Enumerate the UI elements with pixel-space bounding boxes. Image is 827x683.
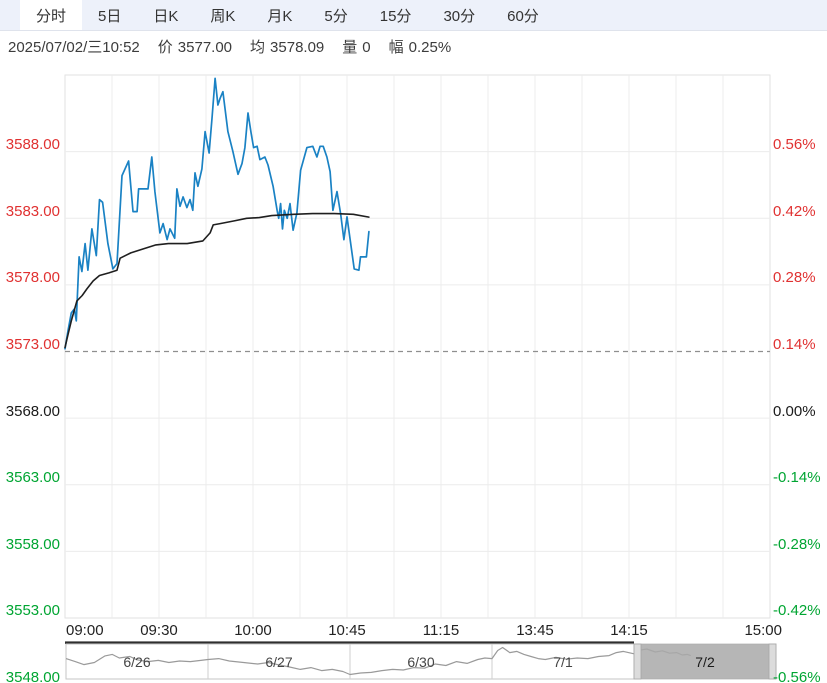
last-price: 价 3577.00	[153, 36, 232, 57]
y-axis-price-label: 3588.00	[5, 136, 60, 153]
volume: 量0	[337, 36, 370, 57]
y-axis-price-label: 3568.00	[5, 402, 60, 420]
period-tabbar: 分时 5日 日K 周K 月K 5分 15分 30分 60分	[0, 0, 827, 31]
volume-label: 量	[342, 38, 358, 56]
avg-value: 3578.09	[270, 38, 325, 56]
price-label: 价	[157, 38, 173, 56]
tab-5min[interactable]: 5分	[308, 0, 363, 30]
avg-label: 均	[250, 38, 266, 56]
change-percent: 幅 0.25%	[384, 36, 452, 57]
tab-monthly-k[interactable]: 月K	[251, 0, 308, 30]
y-axis-percent-label: -0.14%	[773, 469, 821, 487]
y-axis-percent-label: -0.28%	[773, 535, 821, 553]
x-axis-time-label: 09:00	[66, 622, 104, 639]
y-axis-percent-label: 0.00%	[773, 402, 816, 420]
y-axis-price-label: 3563.00	[5, 469, 60, 487]
y-axis-price-label: 3558.00	[5, 535, 60, 553]
tab-60min[interactable]: 60分	[491, 0, 555, 30]
nav-date-label[interactable]: 7/2	[665, 654, 745, 670]
change-value: 0.25%	[408, 38, 452, 56]
y-axis-percent-label: 0.56%	[773, 136, 816, 153]
tab-5day[interactable]: 5日	[82, 0, 137, 30]
price-chart-svg[interactable]	[0, 60, 827, 683]
tab-15min[interactable]: 15分	[364, 0, 428, 30]
x-axis-time-label: 15:00	[744, 622, 782, 639]
x-axis-time-label: 11:15	[422, 622, 460, 639]
quote-datetime: 2025/07/02/三10:52	[8, 38, 140, 56]
tab-weekly-k[interactable]: 周K	[194, 0, 251, 30]
y-axis-percent-label: 0.14%	[773, 335, 816, 353]
y-axis-percent-label: 0.28%	[773, 269, 816, 287]
nav-date-label[interactable]: 6/30	[381, 654, 461, 670]
x-axis-time-label: 14:15	[610, 622, 648, 639]
y-axis-percent-label: 0.42%	[773, 202, 816, 220]
y-axis-price-label: 3573.00	[5, 335, 60, 353]
nav-date-label[interactable]: 7/1	[523, 654, 603, 670]
y-axis-price-label: 3578.00	[5, 269, 60, 287]
y-axis-price-label: 3583.00	[5, 202, 60, 220]
x-axis-time-label: 10:00	[234, 622, 272, 639]
tab-daily-k[interactable]: 日K	[137, 0, 194, 30]
chart-stage: 3588.00 0.56% 3583.00 0.42% 3578.00 0.28% 3573…	[0, 60, 827, 683]
y-axis-percent-label: -0.42%	[773, 602, 821, 620]
plot-border	[64, 74, 771, 619]
x-axis-time-label: 10:45	[328, 622, 366, 639]
change-label: 幅	[388, 38, 404, 56]
nav-selection-handle-left[interactable]	[633, 643, 642, 680]
price-value: 3577.00	[177, 38, 233, 56]
tab-30min[interactable]: 30分	[427, 0, 491, 30]
nav-date-label[interactable]: 6/27	[239, 654, 319, 670]
x-axis-time-label: 13:45	[516, 622, 554, 639]
average-line	[64, 212, 370, 349]
x-axis-time-label: 09:30	[140, 622, 178, 639]
intraday-chart-app: 分时 5日 日K 周K 月K 5分 15分 30分 60分 2025/07/02…	[0, 0, 827, 683]
y-axis-price-label: 3548.00	[5, 669, 60, 683]
volume-value: 0	[362, 38, 371, 56]
quote-infobar: 2025/07/02/三10:52 价 3577.00 均 3578.09 量0 幅…	[0, 32, 827, 60]
tab-intraday[interactable]: 分时	[20, 0, 83, 30]
y-axis-percent-label: -0.56%	[773, 669, 821, 683]
average-price: 均 3578.09	[245, 36, 324, 57]
y-axis-price-label: 3553.00	[5, 602, 60, 620]
nav-date-label[interactable]: 6/26	[97, 654, 177, 670]
